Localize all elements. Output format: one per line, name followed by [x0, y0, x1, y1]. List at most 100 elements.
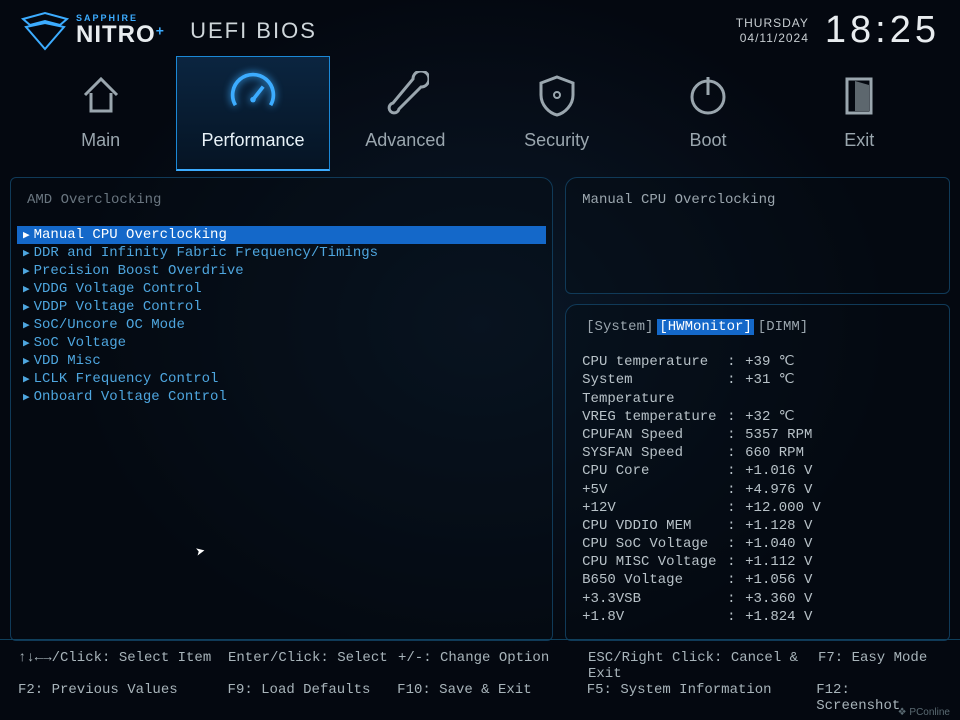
menu-label: VDD Misc — [34, 353, 101, 369]
hw-sep: : — [727, 408, 745, 426]
date-block: THURSDAY 04/11/2024 — [736, 16, 809, 45]
hw-row: +5V:+4.976 V — [582, 481, 933, 499]
hw-row: +12V:+12.000 V — [582, 499, 933, 517]
menu-item-vdd-misc[interactable]: ▶ VDD Misc — [17, 352, 546, 370]
hw-sep: : — [727, 553, 745, 571]
footer: ↑↓←→/Click: Select Item Enter/Click: Sel… — [0, 639, 960, 720]
hint-defaults: F9: Load Defaults — [228, 682, 398, 714]
brand-plus: + — [156, 25, 164, 41]
triangle-icon: ▶ — [23, 228, 30, 242]
nav-label: Security — [524, 130, 589, 151]
hw-sep: : — [727, 535, 745, 553]
menu-item-vddg[interactable]: ▶VDDG Voltage Control — [17, 280, 546, 298]
door-icon — [834, 70, 884, 120]
hw-label: CPU MISC Voltage — [582, 553, 727, 571]
triangle-icon: ▶ — [23, 354, 30, 368]
hw-tabs: [System] [HWMonitor] [DIMM] — [586, 319, 933, 335]
hw-row: VREG temperature:+32 ℃ — [582, 408, 933, 426]
hw-value: +32 ℃ — [745, 408, 794, 426]
hw-sep: : — [727, 499, 745, 517]
nav-exit[interactable]: Exit — [784, 56, 935, 171]
hw-row: B650 Voltage:+1.056 V — [582, 571, 933, 589]
menu-item-soc-voltage[interactable]: ▶ SoC Voltage — [17, 334, 546, 352]
nav-advanced[interactable]: Advanced — [330, 56, 481, 171]
hw-sep: : — [727, 608, 745, 626]
hw-label: +1.8V — [582, 608, 727, 626]
footer-row-1: ↑↓←→/Click: Select Item Enter/Click: Sel… — [18, 650, 942, 682]
hint-prev: F2: Previous Values — [18, 682, 228, 714]
triangle-icon: ▶ — [23, 300, 30, 314]
footer-row-2: F2: Previous Values F9: Load Defaults F1… — [18, 682, 942, 714]
menu-label: SoC/Uncore OC Mode — [34, 317, 185, 333]
hw-list: CPU temperature:+39 ℃System Temperature:… — [582, 353, 933, 626]
nav-performance[interactable]: Performance — [176, 56, 329, 171]
menu-item-lclk[interactable]: ▶ LCLK Frequency Control — [17, 370, 546, 388]
nav-label: Exit — [844, 130, 874, 151]
datetime: THURSDAY 04/11/2024 18:25 — [736, 9, 940, 52]
triangle-icon: ▶ — [23, 336, 30, 350]
menu-label: VDDG Voltage Control — [34, 281, 202, 297]
menu-item-ddr-infinity[interactable]: ▶DDR and Infinity Fabric Frequency/Timin… — [17, 244, 546, 262]
triangle-icon: ▶ — [23, 372, 30, 386]
menu-label: DDR and Infinity Fabric Frequency/Timing… — [34, 245, 378, 261]
help-box: Manual CPU Overclocking — [565, 177, 950, 294]
hw-row: CPUFAN Speed:5357 RPM — [582, 426, 933, 444]
nitro-logo-icon — [20, 11, 70, 51]
tab-dimm[interactable]: [DIMM] — [758, 319, 808, 335]
hw-value: +12.000 V — [745, 499, 821, 517]
nav: Main Performance Advanced Security Boot … — [0, 56, 960, 171]
nav-label: Main — [81, 130, 120, 151]
menu-label: LCLK Frequency Control — [34, 371, 219, 387]
tab-system[interactable]: [System] — [586, 319, 653, 335]
menu-item-vddp[interactable]: ▶VDDP Voltage Control — [17, 298, 546, 316]
help-text: Manual CPU Overclocking — [582, 192, 933, 208]
hw-sep: : — [727, 462, 745, 480]
left-panel: AMD Overclocking ▶Manual CPU Overclockin… — [10, 177, 553, 641]
hw-value: +1.016 V — [745, 462, 812, 480]
hw-value: +1.056 V — [745, 571, 812, 589]
hw-value: +1.128 V — [745, 517, 812, 535]
hw-label: System Temperature — [582, 371, 727, 407]
hw-label: +12V — [582, 499, 727, 517]
hw-row: +3.3VSB:+3.360 V — [582, 590, 933, 608]
hint-save: F10: Save & Exit — [397, 682, 587, 714]
hw-label: +5V — [582, 481, 727, 499]
hw-sep: : — [727, 353, 745, 371]
hw-label: VREG temperature — [582, 408, 727, 426]
triangle-icon: ▶ — [23, 318, 30, 332]
hw-label: CPUFAN Speed — [582, 426, 727, 444]
home-icon — [76, 70, 126, 120]
right-column: Manual CPU Overclocking [System] [HWMoni… — [565, 177, 950, 641]
hw-label: CPU VDDIO MEM — [582, 517, 727, 535]
hint-cancel: ESC/Right Click: Cancel & Exit — [588, 650, 818, 682]
menu-item-manual-cpu-oc[interactable]: ▶Manual CPU Overclocking — [17, 226, 546, 244]
hint-select: Enter/Click: Select — [228, 650, 398, 682]
gauge-icon — [228, 70, 278, 120]
nav-main[interactable]: Main — [25, 56, 176, 171]
hw-value: +1.824 V — [745, 608, 812, 626]
hw-row: CPU MISC Voltage:+1.112 V — [582, 553, 933, 571]
menu-label: SoC Voltage — [34, 335, 126, 351]
hw-sep: : — [727, 444, 745, 462]
hw-row: CPU VDDIO MEM:+1.128 V — [582, 517, 933, 535]
menu-item-soc-uncore[interactable]: ▶ SoC/Uncore OC Mode — [17, 316, 546, 334]
triangle-icon: ▶ — [23, 264, 30, 278]
section-title: AMD Overclocking — [17, 192, 546, 226]
menu-item-pbo[interactable]: ▶Precision Boost Overdrive — [17, 262, 546, 280]
clock: 18:25 — [825, 9, 940, 52]
tab-hwmonitor[interactable]: [HWMonitor] — [657, 319, 753, 335]
content: AMD Overclocking ▶Manual CPU Overclockin… — [0, 171, 960, 641]
shield-icon — [532, 70, 582, 120]
nav-security[interactable]: Security — [481, 56, 632, 171]
brand-text: SAPPHIRE NITRO+ — [76, 14, 164, 47]
uefi-title: UEFI BIOS — [190, 18, 317, 44]
hw-row: CPU temperature:+39 ℃ — [582, 353, 933, 371]
menu-item-onboard-voltage[interactable]: ▶Onboard Voltage Control — [17, 388, 546, 406]
nav-boot[interactable]: Boot — [632, 56, 783, 171]
hw-value: +39 ℃ — [745, 353, 794, 371]
menu-list: ▶Manual CPU Overclocking ▶DDR and Infini… — [17, 226, 546, 626]
nav-label: Performance — [201, 130, 304, 151]
hw-sep: : — [727, 517, 745, 535]
hw-row: System Temperature:+31 ℃ — [582, 371, 933, 407]
hw-sep: : — [727, 571, 745, 589]
